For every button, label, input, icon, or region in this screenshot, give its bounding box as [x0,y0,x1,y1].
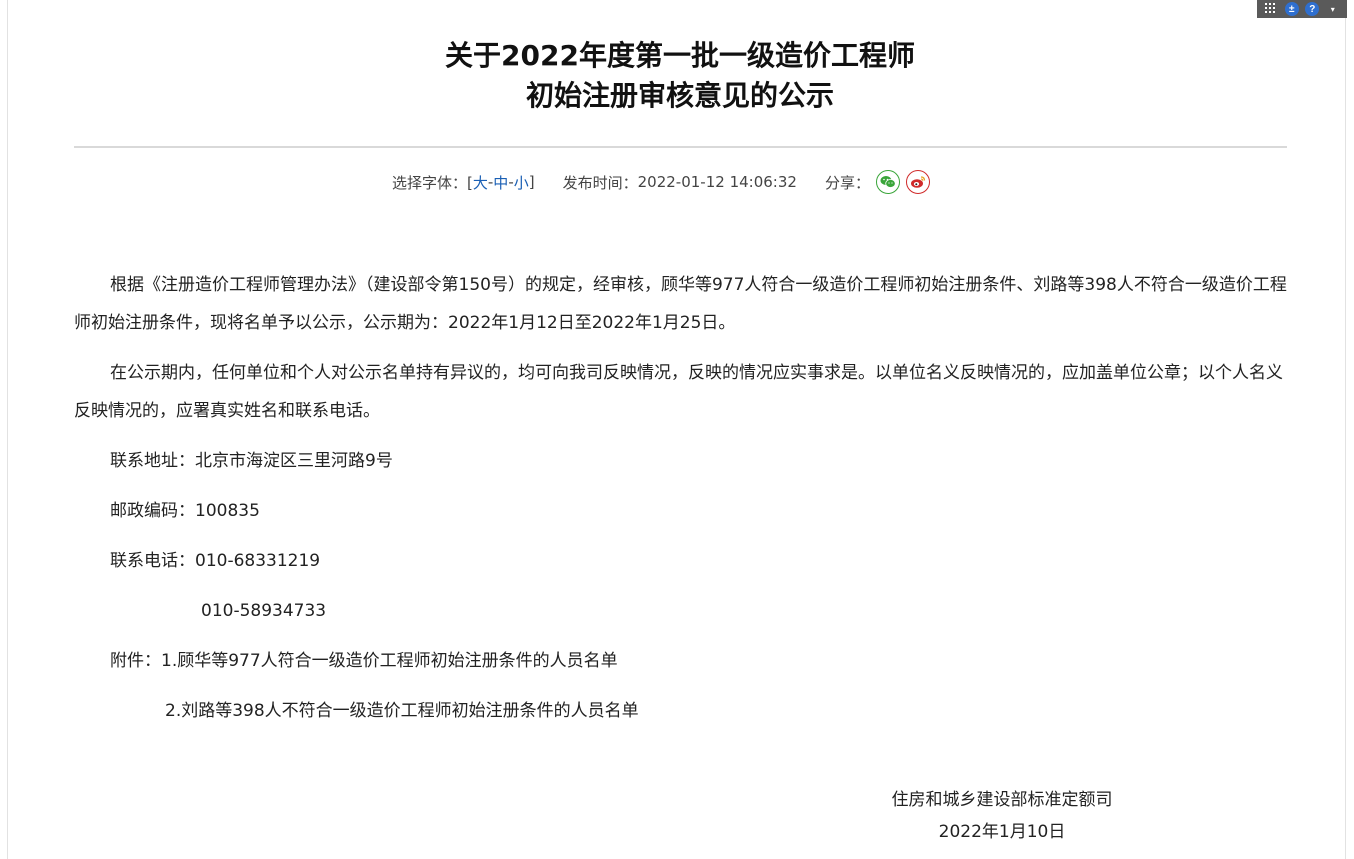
issue-date: 2022年1月10日 [938,822,1066,842]
left-border [7,0,8,859]
top-toolbar: ± ? ▾ [1257,0,1347,18]
contact-phone-2: 010-58934733 [201,601,327,621]
postal-code: 邮政编码：100835 [110,501,260,521]
font-size-small-link[interactable]: 小 [514,172,529,193]
font-size-large-link[interactable]: 大 [473,172,488,193]
font-size-label: 选择字体：[ [392,173,473,192]
contact-phone: 联系电话：010-68331219 [110,551,321,571]
weibo-icon[interactable] [905,170,930,194]
article-meta: 选择字体：[ 大 - 中 - 小 ] 发布时间： 2022-01-12 14:0… [392,169,930,195]
publish-time-value: 2022-01-12 14:06:32 [637,173,797,191]
attachment-2[interactable]: 2.刘路等398人不符合一级造价工程师初始注册条件的人员名单 [74,692,1290,730]
title-line-2: 初始注册审核意见的公示 [525,79,834,112]
issuing-organization: 住房和城乡建设部标准定额司 [891,790,1113,810]
title-line-1: 关于2022年度第一批一级造价工程师 [445,39,915,72]
page: ± ? ▾ 关于2022年度第一批一级造价工程师 初始注册审核意见的公示 选择字… [0,0,1354,859]
help-glyph: ? [1305,2,1320,16]
article-body: 根据《注册造价工程师管理办法》（建设部令第150号）的规定，经审核，顾华等977… [74,266,1290,742]
font-size-close: ] [528,173,535,191]
contact-address: 联系地址：北京市海淀区三里河路9号 [110,451,393,471]
signature-block: 住房和城乡建设部标准定额司 2022年1月10日 [860,784,1144,848]
right-border [1345,0,1346,859]
title-divider [74,146,1287,148]
paragraph-objection: 在公示期内，任何单位和个人对公示名单持有异议的，均可向我司反映情况，反映的情况应… [74,363,1283,421]
help-icon[interactable]: ? [1304,1,1320,17]
accessibility-icon[interactable]: ± [1284,1,1300,17]
grid-icon[interactable] [1263,1,1279,17]
wechat-icon[interactable] [875,170,900,194]
share-label: 分享： [824,173,870,192]
paragraph-announcement: 根据《注册造价工程师管理办法》（建设部令第150号）的规定，经审核，顾华等977… [74,275,1287,333]
accessibility-glyph: ± [1284,2,1299,16]
attachment-1[interactable]: 附件：1.顾华等977人符合一级造价工程师初始注册条件的人员名单 [74,642,1290,680]
font-size-medium-link[interactable]: 中 [493,172,508,193]
page-title: 关于2022年度第一批一级造价工程师 初始注册审核意见的公示 [0,36,1354,116]
caret-down-icon[interactable]: ▾ [1325,1,1341,17]
publish-time-label: 发布时间： [562,173,638,192]
